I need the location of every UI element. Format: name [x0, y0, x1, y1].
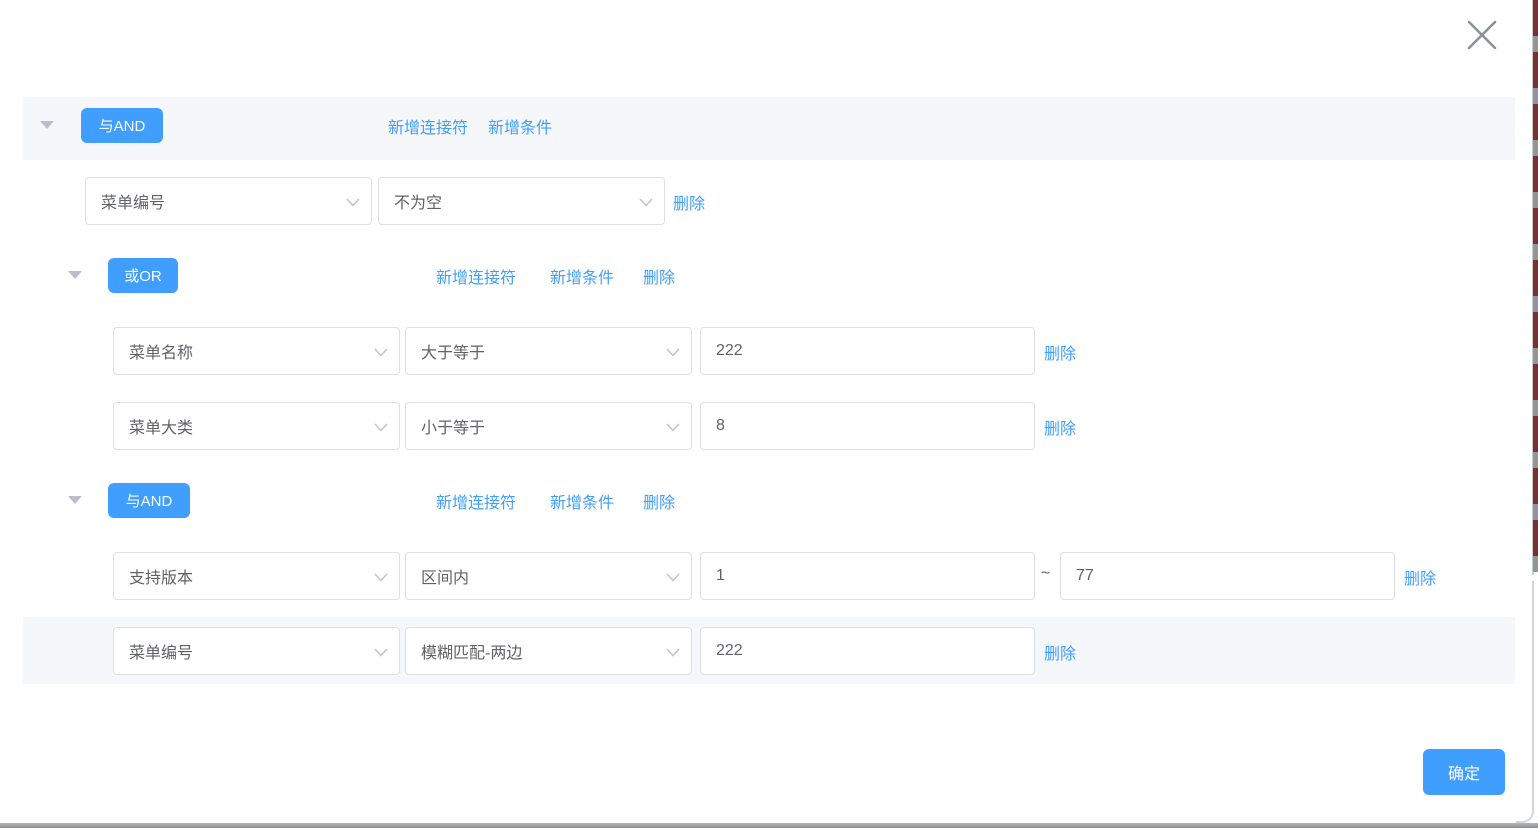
field-select-value: 菜单编号	[101, 189, 165, 213]
value-input[interactable]	[700, 627, 1035, 675]
add-condition-link[interactable]: 新增条件	[550, 264, 614, 288]
close-button[interactable]	[1466, 19, 1498, 51]
delete-condition-link[interactable]: 删除	[1044, 340, 1076, 364]
chevron-down-icon	[374, 573, 388, 582]
condition-row-range: 支持版本 区间内 ~ 删除	[23, 552, 1515, 600]
operator-select[interactable]: 模糊匹配-两边	[405, 627, 692, 675]
field-select-value: 支持版本	[129, 564, 193, 588]
group-header-and: 与AND 新增连接符 新增条件 删除	[23, 480, 1515, 522]
add-condition-link[interactable]: 新增条件	[550, 489, 614, 513]
chevron-down-icon	[666, 573, 680, 582]
field-select[interactable]: 菜单大类	[113, 402, 400, 450]
value-input[interactable]	[700, 402, 1035, 450]
condition-row: 菜单名称 大于等于 删除	[23, 327, 1515, 375]
operator-select[interactable]: 小于等于	[405, 402, 692, 450]
chevron-down-icon	[666, 423, 680, 432]
field-select[interactable]: 菜单编号	[113, 627, 400, 675]
field-select-value: 菜单大类	[129, 414, 193, 438]
connector-badge[interactable]: 与AND	[81, 108, 163, 143]
operator-select[interactable]: 不为空	[378, 177, 665, 225]
chevron-down-icon	[666, 648, 680, 657]
delete-group-link[interactable]: 删除	[643, 264, 675, 288]
caret-down-icon[interactable]	[68, 496, 82, 504]
field-select[interactable]: 菜单名称	[113, 327, 400, 375]
page-edge-strip	[1533, 0, 1538, 572]
group-header-root: 与AND 新增连接符 新增条件	[23, 97, 1515, 160]
operator-select-value: 小于等于	[421, 414, 485, 438]
delete-condition-link[interactable]: 删除	[673, 190, 705, 214]
operator-select[interactable]: 大于等于	[405, 327, 692, 375]
operator-select[interactable]: 区间内	[405, 552, 692, 600]
add-connector-link[interactable]: 新增连接符	[436, 489, 516, 513]
chevron-down-icon	[374, 348, 388, 357]
field-select-value: 菜单名称	[129, 339, 193, 363]
delete-group-link[interactable]: 删除	[643, 489, 675, 513]
condition-row: 菜单编号 不为空 删除	[23, 177, 1515, 225]
add-condition-link[interactable]: 新增条件	[488, 114, 552, 138]
operator-select-value: 不为空	[394, 189, 442, 213]
add-connector-link[interactable]: 新增连接符	[388, 114, 468, 138]
condition-row: 菜单编号 模糊匹配-两边 删除	[23, 627, 1515, 675]
value-input[interactable]	[700, 327, 1035, 375]
dialog-corner-border	[1516, 581, 1534, 823]
chevron-down-icon	[639, 198, 653, 207]
chevron-down-icon	[666, 348, 680, 357]
field-select[interactable]: 菜单编号	[85, 177, 372, 225]
range-to-input[interactable]	[1060, 552, 1395, 600]
condition-row: 菜单大类 小于等于 删除	[23, 402, 1515, 450]
range-separator: ~	[1041, 565, 1050, 583]
operator-select-value: 大于等于	[421, 339, 485, 363]
delete-condition-link[interactable]: 删除	[1404, 565, 1436, 589]
operator-select-value: 区间内	[421, 564, 469, 588]
connector-badge[interactable]: 与AND	[108, 483, 190, 518]
filter-builder-dialog: 与AND 新增连接符 新增条件 菜单编号 不为空 删除 或OR 新增连接符 新增…	[0, 0, 1538, 828]
delete-condition-link[interactable]: 删除	[1044, 640, 1076, 664]
field-select[interactable]: 支持版本	[113, 552, 400, 600]
close-icon	[1466, 19, 1498, 51]
caret-down-icon[interactable]	[68, 271, 82, 279]
caret-down-icon[interactable]	[40, 121, 54, 129]
chevron-down-icon	[374, 423, 388, 432]
add-connector-link[interactable]: 新增连接符	[436, 264, 516, 288]
range-from-input[interactable]	[700, 552, 1035, 600]
operator-select-value: 模糊匹配-两边	[421, 639, 522, 663]
confirm-button[interactable]: 确定	[1423, 749, 1505, 795]
chevron-down-icon	[346, 198, 360, 207]
group-header-or: 或OR 新增连接符 新增条件 删除	[23, 255, 1515, 297]
chevron-down-icon	[374, 648, 388, 657]
connector-badge[interactable]: 或OR	[108, 258, 178, 293]
field-select-value: 菜单编号	[129, 639, 193, 663]
window-bottom-border	[0, 823, 1538, 828]
delete-condition-link[interactable]: 删除	[1044, 415, 1076, 439]
